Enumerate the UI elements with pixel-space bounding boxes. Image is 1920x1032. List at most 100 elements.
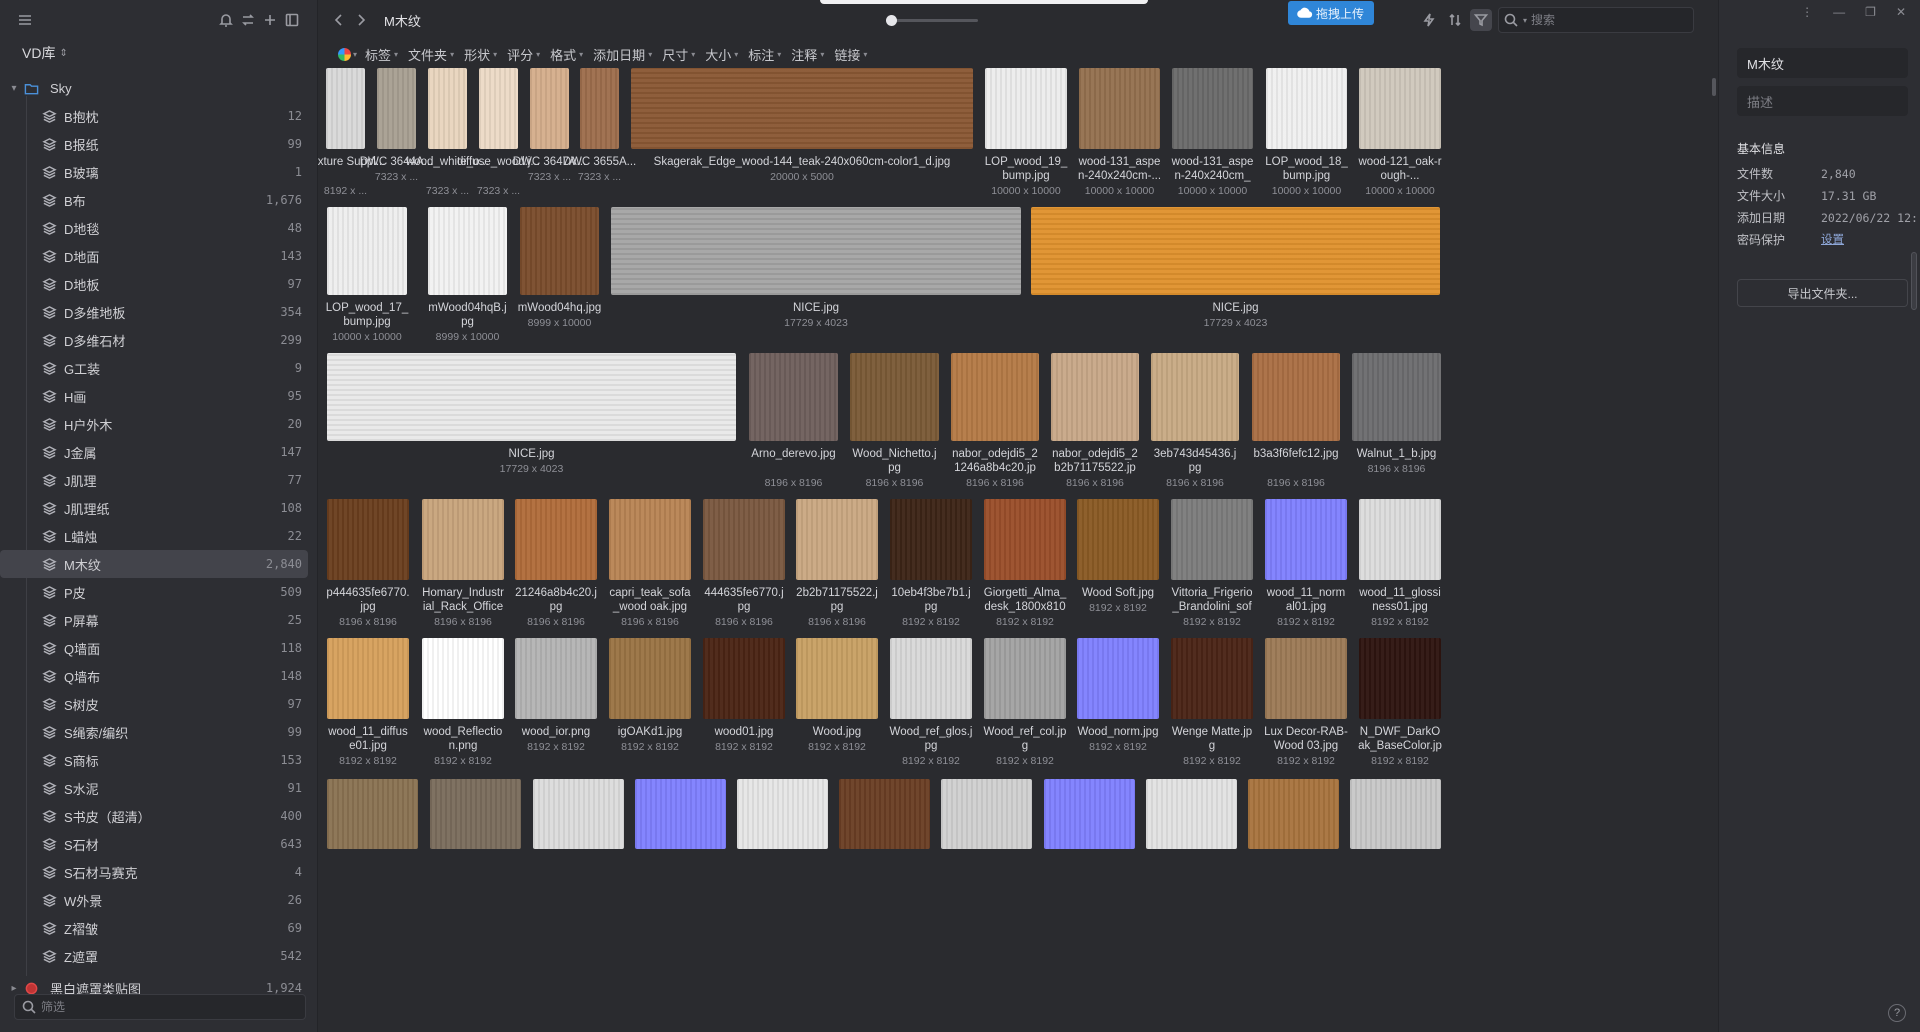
filter-dropdown[interactable]: 标签 ▾ bbox=[365, 45, 398, 64]
asset-card[interactable]: Walnut_1_b.jpg 8196 x 8196 bbox=[1352, 353, 1441, 503]
asset-card[interactable]: DWC 3647A... 7323 x ... bbox=[513, 68, 586, 211]
asset-card[interactable]: Skagerak_Edge_wood-144_teak-240x060cm-co… bbox=[631, 68, 973, 211]
bell-icon[interactable] bbox=[215, 9, 237, 31]
filter-dropdown[interactable]: 大小 ▾ bbox=[705, 45, 738, 64]
asset-card[interactable]: NICE.jpg 17729 x 4023 bbox=[611, 207, 1021, 357]
sidebar-filter[interactable] bbox=[14, 994, 306, 1020]
filter-dropdown[interactable]: 评分 ▾ bbox=[507, 45, 540, 64]
asset-card[interactable]: p444635fe6770.jpg 8196 x 8196 bbox=[326, 499, 410, 642]
sidebar-folder[interactable]: Z遮罩 542 bbox=[0, 942, 308, 970]
asset-thumbnail[interactable] bbox=[1359, 68, 1441, 149]
asset-thumbnail[interactable] bbox=[749, 353, 838, 441]
asset-thumbnail[interactable] bbox=[1359, 499, 1441, 580]
asset-thumbnail[interactable] bbox=[1352, 353, 1441, 441]
sidebar-folder[interactable]: M木纹 2,840 bbox=[0, 550, 308, 578]
sidebar-folder[interactable]: H画 95 bbox=[0, 382, 308, 410]
sidebar-folder[interactable]: D地面 143 bbox=[0, 242, 308, 270]
asset-thumbnail[interactable] bbox=[1051, 353, 1139, 441]
expand-icon[interactable]: ▾ bbox=[6, 83, 22, 94]
asset-thumbnail[interactable] bbox=[1266, 68, 1347, 149]
asset-thumbnail[interactable] bbox=[1031, 207, 1440, 295]
asset-thumbnail[interactable] bbox=[1077, 638, 1159, 719]
sidebar-folder[interactable]: L蜡烛 22 bbox=[0, 522, 308, 550]
sidebar-folder[interactable]: D地板 97 bbox=[0, 270, 308, 298]
asset-card[interactable]: Wood_ref_glos.jpg 8192 x 8192 bbox=[890, 638, 972, 781]
asset-card[interactable]: Vittoria_Frigerio_Brandolini_sofa_... 819… bbox=[1171, 499, 1253, 642]
asset-thumbnail[interactable] bbox=[703, 499, 785, 580]
asset-card[interactable]: Wood Soft.jpg 8192 x 8192 bbox=[1077, 499, 1159, 642]
asset-card[interactable]: mWood04hqB.jpg 8999 x 10000 bbox=[428, 207, 507, 357]
minimize-icon[interactable]: — bbox=[1833, 5, 1845, 19]
asset-card[interactable]: LOP_wood_17_bump.jpg 10000 x 10000 bbox=[326, 207, 408, 357]
filter-dropdown[interactable]: 标注 ▾ bbox=[748, 45, 781, 64]
sidebar-folder[interactable]: B抱枕 12 bbox=[0, 102, 308, 130]
asset-card[interactable]: Wood.jpg 8192 x 8192 bbox=[796, 638, 878, 781]
asset-card[interactable]: 2b2b71175522.jpg 8196 x 8196 bbox=[796, 499, 878, 642]
asset-card[interactable]: b3a3f6fefc12.jpg 8196 x 8196 bbox=[1252, 353, 1340, 503]
slider-knob[interactable] bbox=[886, 15, 897, 26]
folder-name-field[interactable]: M木纹 bbox=[1737, 48, 1908, 78]
asset-card[interactable]: N_DWF_DarkOak_BaseColor.jpg 8192 x 8192 bbox=[1358, 638, 1442, 781]
asset-thumbnail[interactable] bbox=[611, 207, 1021, 295]
asset-thumbnail[interactable] bbox=[327, 353, 736, 441]
sidebar-folder[interactable]: W外景 26 bbox=[0, 886, 308, 914]
filter-dropdown[interactable]: 注释 ▾ bbox=[791, 45, 824, 64]
sidebar-folder[interactable]: J肌理纸 108 bbox=[0, 494, 308, 522]
asset-thumbnail[interactable] bbox=[1252, 353, 1340, 441]
filter-dropdown[interactable]: 文件夹 ▾ bbox=[408, 45, 454, 64]
search-box[interactable]: ▾ bbox=[1498, 7, 1694, 33]
asset-card[interactable]: NICE.jpg 17729 x 4023 bbox=[327, 353, 736, 503]
asset-card[interactable] bbox=[1248, 779, 1339, 911]
asset-card[interactable]: LOP_wood_19_bump.jpg 10000 x 10000 bbox=[985, 68, 1067, 211]
sidebar-folder[interactable]: Q墙面 118 bbox=[0, 634, 308, 662]
password-set-link[interactable]: 设置 bbox=[1821, 234, 1844, 246]
asset-card[interactable]: wood01.jpg 8192 x 8192 bbox=[703, 638, 785, 781]
sidebar-folder[interactable]: S书皮（超清） 400 bbox=[0, 802, 308, 830]
asset-card[interactable] bbox=[941, 779, 1032, 911]
asset-card[interactable]: Texture Suppl...8192 x ... bbox=[318, 68, 385, 211]
asset-card[interactable]: Lux Decor-RAB-Wood 03.jpg 8192 x 8192 bbox=[1264, 638, 1348, 781]
asset-thumbnail[interactable] bbox=[580, 68, 619, 149]
asset-thumbnail[interactable] bbox=[1359, 638, 1441, 719]
asset-card[interactable] bbox=[1350, 779, 1441, 911]
bolt-icon[interactable] bbox=[1418, 9, 1440, 31]
asset-card[interactable]: Wood_Nichetto.jpg 8196 x 8196 bbox=[850, 353, 939, 503]
asset-thumbnail[interactable] bbox=[515, 499, 597, 580]
asset-thumbnail[interactable] bbox=[1171, 499, 1253, 580]
asset-card[interactable]: Giorgetti_Alma_desk_1800x810x9... 8192 x … bbox=[984, 499, 1066, 642]
back-icon[interactable] bbox=[328, 9, 350, 31]
color-filter-caret-icon[interactable]: ▾ bbox=[353, 50, 357, 59]
asset-card[interactable]: Wood_ref_col.jpg 8192 x 8192 bbox=[984, 638, 1066, 781]
filter-dropdown[interactable]: 格式 ▾ bbox=[550, 45, 583, 64]
sidebar-folder[interactable]: S石材马赛克 4 bbox=[0, 858, 308, 886]
asset-thumbnail[interactable] bbox=[520, 207, 599, 295]
asset-card[interactable] bbox=[839, 779, 930, 911]
asset-thumbnail[interactable] bbox=[796, 499, 878, 580]
sidebar-folder[interactable]: J金属 147 bbox=[0, 438, 308, 466]
asset-card[interactable]: igOAKd1.jpg 8192 x 8192 bbox=[609, 638, 691, 781]
asset-thumbnail[interactable] bbox=[609, 499, 691, 580]
menu-icon[interactable] bbox=[14, 9, 36, 31]
filter-dropdown[interactable]: 尺寸 ▾ bbox=[662, 45, 695, 64]
asset-thumbnail[interactable] bbox=[1171, 638, 1253, 719]
asset-card[interactable]: nabor_odejdi5_21246a8b4c20.jpg 8196 x 819… bbox=[951, 353, 1039, 503]
grid-scrollbar[interactable] bbox=[1712, 78, 1716, 96]
sidebar-folder[interactable]: P屏幕 25 bbox=[0, 606, 308, 634]
asset-thumbnail[interactable] bbox=[1079, 68, 1160, 149]
filter-icon[interactable] bbox=[1470, 9, 1492, 31]
pin-icon[interactable]: ⋮ bbox=[1801, 5, 1813, 19]
sidebar-folder[interactable]: B玻璃 1 bbox=[0, 158, 308, 186]
sidebar-folder[interactable]: S石材 643 bbox=[0, 830, 308, 858]
asset-thumbnail[interactable] bbox=[890, 499, 972, 580]
asset-thumbnail[interactable] bbox=[326, 68, 365, 149]
asset-thumbnail[interactable] bbox=[1077, 499, 1159, 580]
asset-card[interactable]: LOP_wood_18_bump.jpg 10000 x 10000 bbox=[1265, 68, 1348, 211]
search-scope-caret-icon[interactable]: ▾ bbox=[1523, 16, 1527, 25]
asset-thumbnail[interactable] bbox=[530, 68, 569, 149]
sidebar-folder[interactable]: Z褶皱 69 bbox=[0, 914, 308, 942]
sidebar-folder[interactable]: B报纸 99 bbox=[0, 130, 308, 158]
asset-card[interactable]: nabor_odejdi5_2b2b71175522.jpg 8196 x 819… bbox=[1051, 353, 1139, 503]
asset-thumbnail[interactable] bbox=[985, 68, 1067, 149]
forward-icon[interactable] bbox=[350, 9, 372, 31]
panel-scroll-handle[interactable] bbox=[1911, 252, 1917, 310]
